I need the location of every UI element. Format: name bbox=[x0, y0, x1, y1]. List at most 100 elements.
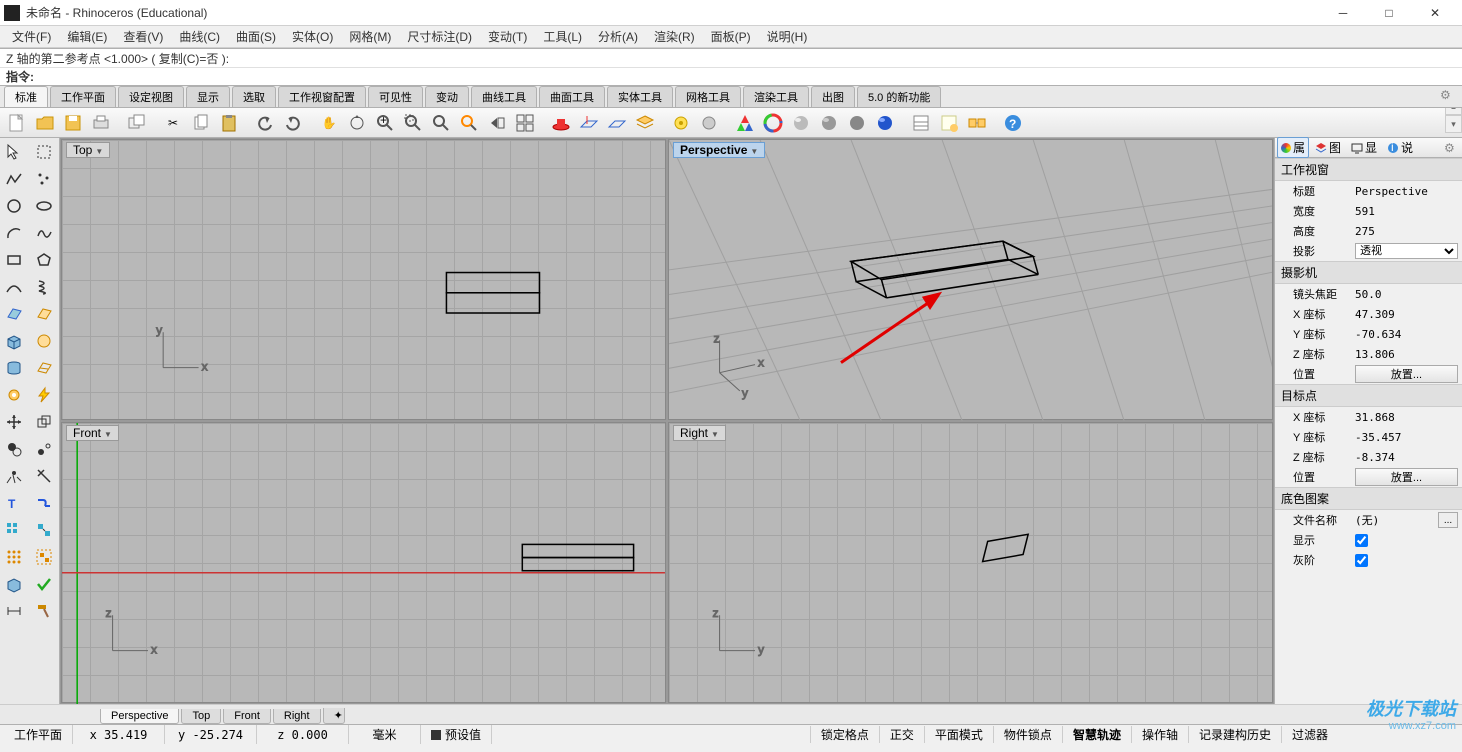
viewport-perspective[interactable]: Perspective▼ x y z bbox=[668, 139, 1273, 420]
help-icon[interactable]: ? bbox=[1000, 110, 1026, 136]
viewport-front[interactable]: Front▼ x z bbox=[61, 422, 666, 703]
zoom-window-icon[interactable] bbox=[400, 110, 426, 136]
paste-icon[interactable] bbox=[216, 110, 242, 136]
command-prompt-line[interactable]: 指令: bbox=[0, 67, 1462, 85]
command-input[interactable] bbox=[38, 70, 1456, 84]
material-rainbow-icon[interactable] bbox=[760, 110, 786, 136]
minimize-button[interactable]: ─ bbox=[1320, 0, 1366, 26]
close-button[interactable]: ✕ bbox=[1412, 0, 1458, 26]
value-title[interactable]: Perspective bbox=[1355, 185, 1458, 198]
points-icon[interactable] bbox=[30, 165, 58, 192]
box-icon[interactable] bbox=[0, 327, 28, 354]
copy-icon[interactable] bbox=[188, 110, 214, 136]
rotate-tool-icon[interactable] bbox=[0, 435, 28, 462]
copy-tool-icon[interactable] bbox=[30, 408, 58, 435]
pointer-icon[interactable] bbox=[0, 138, 28, 165]
gear-tool-icon[interactable] bbox=[0, 381, 28, 408]
pane-filter[interactable]: 过滤器 bbox=[1281, 726, 1338, 743]
check-icon[interactable] bbox=[30, 570, 58, 597]
group-icon[interactable] bbox=[30, 543, 58, 570]
pane-smarttrack[interactable]: 智慧轨迹 bbox=[1062, 726, 1131, 743]
tab-surfacetools[interactable]: 曲面工具 bbox=[539, 86, 605, 107]
sel-all-icon[interactable] bbox=[0, 543, 28, 570]
sphere1-icon[interactable] bbox=[788, 110, 814, 136]
sphere-icon[interactable] bbox=[30, 327, 58, 354]
value-cam-z[interactable]: 13.806 bbox=[1355, 348, 1458, 361]
status-units[interactable]: 毫米 bbox=[349, 725, 421, 744]
explode-icon[interactable] bbox=[0, 462, 28, 489]
menu-file[interactable]: 文件(F) bbox=[4, 26, 59, 47]
rotate-view-icon[interactable] bbox=[344, 110, 370, 136]
panel-tab-layers[interactable]: 图 bbox=[1311, 137, 1345, 158]
tab-curvetools[interactable]: 曲线工具 bbox=[471, 86, 537, 107]
pane-record[interactable]: 记录建构历史 bbox=[1188, 726, 1281, 743]
menu-transform[interactable]: 变动(T) bbox=[480, 26, 535, 47]
sphere3-icon[interactable] bbox=[844, 110, 870, 136]
flash-icon[interactable] bbox=[30, 381, 58, 408]
pane-ortho[interactable]: 正交 bbox=[879, 726, 924, 743]
tab-select[interactable]: 选取 bbox=[232, 86, 276, 107]
helix-icon[interactable] bbox=[30, 273, 58, 300]
undo-icon[interactable] bbox=[252, 110, 278, 136]
array-icon[interactable] bbox=[0, 516, 28, 543]
surface-corner-icon[interactable] bbox=[0, 300, 28, 327]
cmd-scroll-down-icon[interactable]: ▾ bbox=[1445, 115, 1462, 133]
menu-surface[interactable]: 曲面(S) bbox=[228, 26, 284, 47]
maximize-button[interactable]: □ bbox=[1366, 0, 1412, 26]
options-icon[interactable] bbox=[908, 110, 934, 136]
set-cplane-origin-icon[interactable] bbox=[576, 110, 602, 136]
menu-tools[interactable]: 工具(L) bbox=[535, 26, 590, 47]
polygon-icon[interactable] bbox=[30, 246, 58, 273]
move-icon[interactable] bbox=[0, 408, 28, 435]
tab-solidtools[interactable]: 实体工具 bbox=[607, 86, 673, 107]
polyline-icon[interactable] bbox=[0, 165, 28, 192]
set-cplane-icon[interactable] bbox=[604, 110, 630, 136]
tab-cplane[interactable]: 工作平面 bbox=[50, 86, 116, 107]
menu-view[interactable]: 查看(V) bbox=[115, 26, 171, 47]
menu-render[interactable]: 渲染(R) bbox=[646, 26, 703, 47]
checkbox-bg-show[interactable] bbox=[1355, 534, 1368, 547]
select-projection[interactable]: 透视 bbox=[1355, 243, 1458, 259]
btab-perspective[interactable]: Perspective bbox=[100, 709, 179, 724]
tab-setview[interactable]: 设定视图 bbox=[118, 86, 184, 107]
viewport-top[interactable]: Top▼ x y bbox=[61, 139, 666, 420]
save-icon[interactable] bbox=[60, 110, 86, 136]
layers-icon[interactable] bbox=[632, 110, 658, 136]
btab-top[interactable]: Top bbox=[181, 709, 221, 724]
redo-icon[interactable] bbox=[280, 110, 306, 136]
menu-dimension[interactable]: 尺寸标注(D) bbox=[399, 26, 480, 47]
pane-gridlock[interactable]: 锁定格点 bbox=[810, 726, 879, 743]
sphere2-icon[interactable] bbox=[816, 110, 842, 136]
mesh-icon[interactable] bbox=[30, 354, 58, 381]
box-edit-icon[interactable] bbox=[0, 570, 28, 597]
four-viewports-icon[interactable] bbox=[512, 110, 538, 136]
button-bg-browse[interactable]: ... bbox=[1438, 512, 1458, 528]
ellipse-icon[interactable] bbox=[30, 192, 58, 219]
open-file-icon[interactable] bbox=[32, 110, 58, 136]
pane-osnap[interactable]: 物件锁点 bbox=[993, 726, 1062, 743]
dim-icon[interactable] bbox=[0, 597, 28, 624]
new-file-icon[interactable] bbox=[4, 110, 30, 136]
menu-solid[interactable]: 实体(O) bbox=[284, 26, 341, 47]
hide-icon[interactable] bbox=[696, 110, 722, 136]
viewport-right[interactable]: Right▼ y z bbox=[668, 422, 1273, 703]
tab-viewport-layout[interactable]: 工作视窗配置 bbox=[278, 86, 366, 107]
sphere4-icon[interactable] bbox=[872, 110, 898, 136]
tab-standard[interactable]: 标准 bbox=[4, 86, 48, 107]
properties-icon[interactable] bbox=[936, 110, 962, 136]
curve-icon[interactable] bbox=[0, 273, 28, 300]
cut-icon[interactable]: ✂ bbox=[160, 110, 186, 136]
zoom-selected-icon[interactable] bbox=[456, 110, 482, 136]
viewport-perspective-label[interactable]: Perspective▼ bbox=[673, 142, 765, 158]
pane-planar[interactable]: 平面模式 bbox=[924, 726, 993, 743]
circle-icon[interactable] bbox=[0, 192, 28, 219]
value-tgt-y[interactable]: -35.457 bbox=[1355, 431, 1458, 444]
copy-cplane-icon[interactable] bbox=[124, 110, 150, 136]
tab-newfeatures[interactable]: 5.0 的新功能 bbox=[857, 86, 941, 107]
lasso-icon[interactable] bbox=[30, 138, 58, 165]
undo-view-icon[interactable] bbox=[484, 110, 510, 136]
value-cam-y[interactable]: -70.634 bbox=[1355, 328, 1458, 341]
menu-help[interactable]: 说明(H) bbox=[759, 26, 816, 47]
grasshopper-icon[interactable] bbox=[964, 110, 990, 136]
checkbox-bg-gray[interactable] bbox=[1355, 554, 1368, 567]
